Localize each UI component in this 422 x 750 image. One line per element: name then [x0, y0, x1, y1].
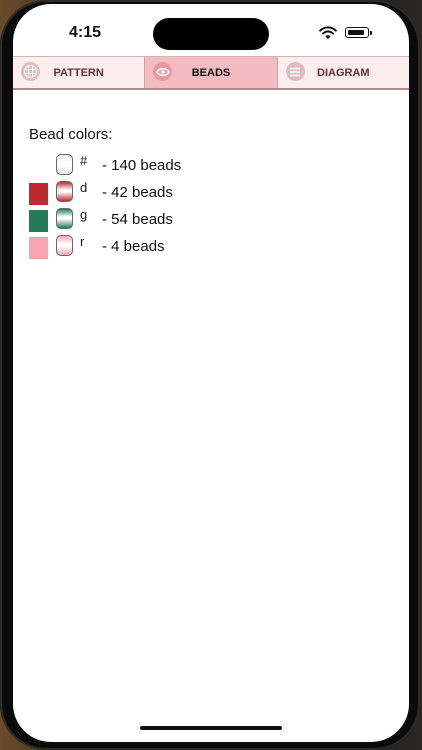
status-time: 4:15 — [69, 24, 102, 41]
list-icon — [285, 62, 305, 81]
bead-symbol: r — [80, 234, 85, 249]
tab-diagram-label: DIAGRAM — [317, 66, 370, 79]
tab-diagram[interactable]: DIAGRAM — [278, 57, 409, 88]
tab-bar: PATTERN BEADS DIAGRAM — [13, 56, 409, 90]
bead-symbol: # — [80, 153, 88, 168]
bead-count: - 54 beads — [102, 211, 173, 228]
bead-symbol: g — [80, 207, 88, 222]
bead-colors-heading: Bead colors: — [29, 126, 113, 143]
wifi-icon — [319, 26, 337, 40]
bead-icon — [56, 208, 73, 229]
tab-pattern[interactable]: PATTERN — [13, 57, 146, 88]
color-swatch — [29, 156, 48, 178]
home-indicator — [140, 726, 282, 730]
bead-count: - 42 beads — [102, 184, 173, 201]
eye-icon — [153, 62, 173, 81]
bead-icon — [56, 154, 73, 175]
bead-count: - 140 beads — [102, 157, 182, 174]
bead-colors-panel: Bead colors: # - 140 beads d - 42 beads … — [13, 90, 409, 742]
color-swatch — [29, 237, 48, 259]
battery-icon — [345, 27, 372, 38]
tab-beads-label: BEADS — [191, 66, 231, 79]
color-swatch — [29, 183, 48, 205]
bead-symbol: d — [80, 180, 88, 195]
bead-count: - 4 beads — [102, 238, 165, 255]
bead-row: d - 42 beads — [29, 180, 389, 205]
bead-icon — [56, 181, 73, 202]
app-screen: 4:15 PATTERN BEADS DIAGRAM Bead colors: … — [13, 4, 409, 742]
bead-row: r - 4 beads — [29, 234, 389, 259]
grid-icon — [21, 62, 40, 81]
bead-row: g - 54 beads — [29, 207, 389, 232]
status-bar: 4:15 — [13, 4, 409, 60]
color-swatch — [29, 210, 48, 232]
dynamic-island — [153, 18, 269, 50]
tab-beads[interactable]: BEADS — [145, 57, 278, 88]
bead-row: # - 140 beads — [29, 153, 389, 178]
tab-pattern-label: PATTERN — [53, 66, 104, 79]
battery-level — [347, 29, 365, 35]
bead-icon — [56, 235, 73, 256]
phone-frame: 4:15 PATTERN BEADS DIAGRAM Bead colors: … — [0, 0, 420, 750]
